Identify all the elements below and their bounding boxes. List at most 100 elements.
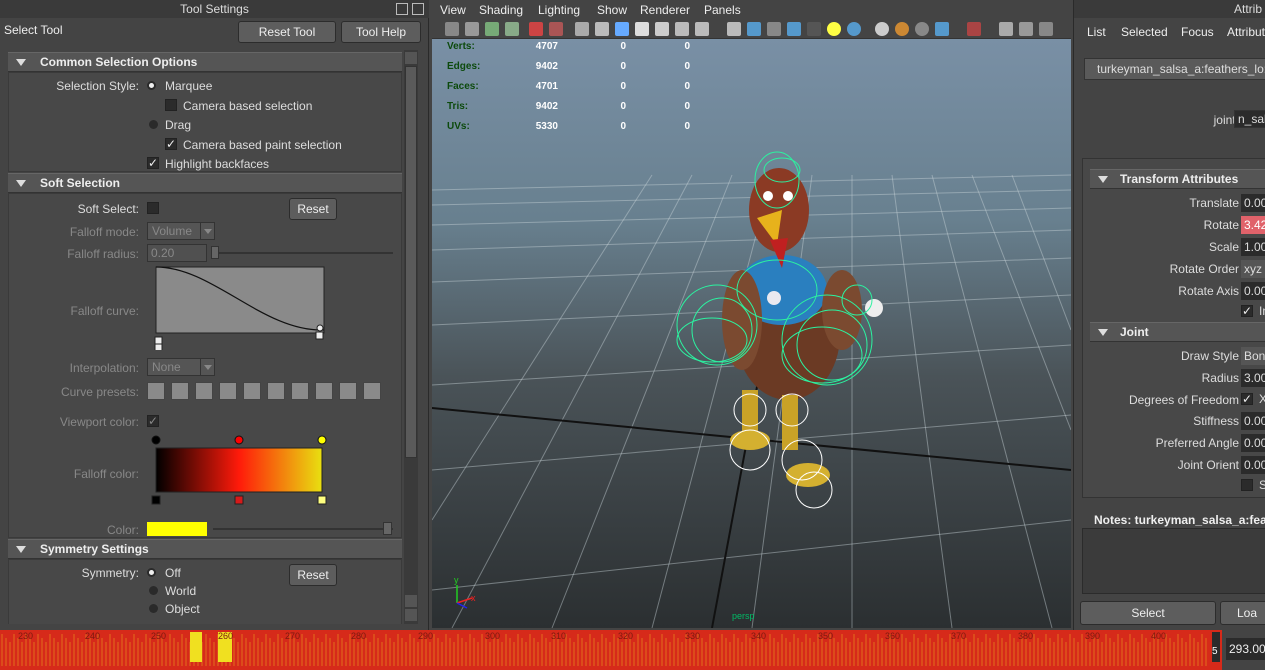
axis-x-label: x (471, 593, 476, 603)
close-window-icon[interactable] (412, 3, 424, 15)
soft-select-reset-button[interactable]: Reset (289, 198, 337, 220)
tool-settings-scrollbar[interactable] (404, 50, 418, 624)
menu-focus[interactable]: Focus (1181, 25, 1214, 39)
segment-scale-checkbox[interactable] (1241, 479, 1253, 491)
symmetry-reset-button[interactable]: Reset (289, 564, 337, 586)
joint-name-field[interactable]: n_salsa (1234, 110, 1265, 128)
joint-orient-label: Joint Orient (1177, 458, 1239, 472)
tool-help-button[interactable]: Tool Help (341, 21, 421, 43)
preset-flat-icon[interactable] (195, 382, 213, 400)
hud-tris-value: 9402 (535, 101, 558, 112)
axis-y-label: y (454, 575, 459, 585)
collapse-triangle-icon (16, 59, 26, 66)
preset-ring-icon[interactable] (339, 382, 357, 400)
tool-settings-scroll-area: Common Selection Options Selection Style… (8, 50, 402, 624)
menu-list[interactable]: List (1087, 25, 1106, 39)
drag-radio[interactable] (149, 120, 158, 129)
interpolation-dropdown[interactable]: None (147, 358, 215, 376)
highlight-backfaces-checkbox[interactable]: ✓ (147, 157, 159, 169)
translate-x-field[interactable]: 0.00 (1241, 194, 1265, 212)
falloff-mode-label: Falloff mode: (69, 225, 139, 239)
rotate-axis-x-field[interactable]: 0.00 (1241, 282, 1265, 300)
joint-header[interactable]: Joint (1090, 322, 1265, 342)
viewport-color-checkbox[interactable]: ✓ (147, 415, 159, 427)
preset-wave-icon[interactable] (267, 382, 285, 400)
scrollbar-thumb[interactable] (405, 66, 417, 458)
falloff-radius-field[interactable]: 0.20 (147, 244, 207, 262)
section-title: Joint (1120, 325, 1149, 339)
time-slider[interactable]: 5 230 240 250 260 270 280 290 300 310 320 330 340 35… (0, 630, 1222, 670)
preset-bump-icon[interactable] (219, 382, 237, 400)
falloff-color-ramp[interactable] (149, 434, 329, 506)
reset-tool-button[interactable]: Reset Tool (238, 21, 336, 43)
timeline-tick-label: 340 (751, 631, 767, 641)
hud-verts-label: Verts: (447, 41, 475, 52)
curve-presets-row (147, 382, 381, 402)
falloff-curve-graph[interactable] (153, 264, 329, 350)
menu-attributes[interactable]: Attribut (1227, 25, 1265, 39)
dof-x-checkbox[interactable]: ✓ (1241, 393, 1253, 405)
transform-attributes-header[interactable]: Transform Attributes (1090, 169, 1265, 189)
load-attributes-button[interactable]: Loa (1220, 601, 1265, 625)
section-title: Common Selection Options (40, 55, 198, 69)
falloff-color-label: Falloff color: (73, 467, 139, 481)
node-tab[interactable]: turkeyman_salsa_a:feathers_lo:S (1084, 58, 1265, 80)
preset-custom-icon[interactable] (363, 382, 381, 400)
timeline-tick-label: 280 (351, 631, 367, 641)
scroll-up-arrow-icon[interactable] (405, 52, 417, 64)
scale-x-field[interactable]: 1.00 (1241, 238, 1265, 256)
tool-name: Select Tool (4, 23, 63, 37)
chevron-down-icon (200, 223, 214, 239)
float-window-icon[interactable] (396, 3, 408, 15)
soft-selection-header[interactable]: Soft Selection (8, 173, 402, 193)
common-selection-header[interactable]: Common Selection Options (8, 52, 402, 72)
preset-linear-icon[interactable] (147, 382, 165, 400)
current-frame-field[interactable]: 293.00 (1226, 638, 1265, 660)
scroll-down-arrow-icon[interactable] (405, 609, 417, 621)
timeline-tick-label: 400 (1151, 631, 1167, 641)
timeline-tick-label: 230 (18, 631, 34, 641)
timeline-tick-label: 380 (1018, 631, 1034, 641)
preset-step-icon[interactable] (291, 382, 309, 400)
soft-select-checkbox[interactable] (147, 202, 159, 214)
notes-textarea[interactable] (1082, 528, 1265, 594)
symmetry-settings-body: Symmetry: Off Reset World Object (8, 559, 402, 624)
falloff-mode-dropdown[interactable]: Volume (147, 222, 215, 240)
color-slider-track[interactable] (213, 528, 393, 530)
rotate-label: Rotate (1203, 218, 1239, 232)
select-button[interactable]: Select (1080, 601, 1216, 625)
hud-verts-selected: 0 (620, 41, 626, 52)
menu-selected[interactable]: Selected (1121, 25, 1168, 39)
joint-orient-field[interactable]: 0.00 (1241, 456, 1265, 474)
symmetry-off-radio[interactable] (147, 568, 156, 577)
rotate-order-dropdown[interactable]: xyz (1241, 260, 1265, 278)
timeline-tick-label: 360 (885, 631, 901, 641)
color-swatch[interactable] (147, 522, 207, 536)
symmetry-object-radio[interactable] (149, 604, 158, 613)
section-title: Soft Selection (40, 176, 121, 190)
symmetry-world-radio[interactable] (149, 586, 158, 595)
preset-spike-icon[interactable] (315, 382, 333, 400)
color-slider-handle[interactable] (383, 522, 392, 535)
preset-bell-icon[interactable] (243, 382, 261, 400)
falloff-radius-slider-handle[interactable] (211, 246, 219, 259)
radius-field[interactable]: 3.00 (1241, 369, 1265, 387)
falloff-radius-slider-track[interactable] (213, 252, 393, 254)
hud-uvs-components: 0 (684, 121, 690, 132)
rotate-x-field[interactable]: 3.42 (1241, 216, 1265, 234)
symmetry-world-label: World (165, 584, 197, 598)
inherits-transform-checkbox[interactable]: ✓ (1241, 305, 1253, 317)
camera-based-paint-selection-checkbox[interactable]: ✓ (165, 138, 177, 150)
draw-style-dropdown[interactable]: Bon (1241, 347, 1265, 365)
hud-tris-components: 0 (684, 101, 690, 112)
perspective-viewport[interactable]: View Shading Lighting Show Renderer Pane… (432, 0, 1071, 628)
camera-based-selection-checkbox[interactable] (165, 99, 177, 111)
stiffness-field[interactable]: 0.00 (1241, 412, 1265, 430)
scroll-down-arrow-icon[interactable] (405, 595, 417, 607)
preset-ease-icon[interactable] (171, 382, 189, 400)
turkey-character[interactable] (722, 168, 883, 487)
preferred-angle-field[interactable]: 0.00 (1241, 434, 1265, 452)
timeline-end-marker: 5 (1212, 646, 1218, 657)
symmetry-settings-header[interactable]: Symmetry Settings (8, 539, 402, 559)
marquee-radio[interactable] (147, 81, 156, 90)
